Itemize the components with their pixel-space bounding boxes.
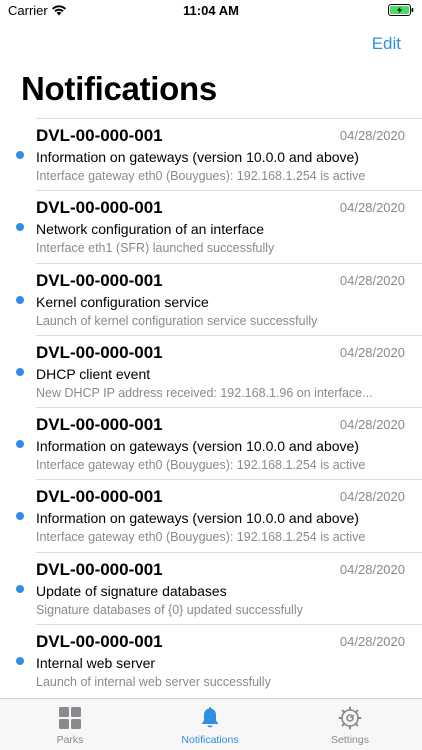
notification-title: Information on gateways (version 10.0.0 … xyxy=(36,149,359,165)
unread-dot-icon xyxy=(16,151,24,159)
tab-settings[interactable]: Settings xyxy=(280,699,420,750)
unread-dot-icon xyxy=(16,512,24,521)
unread-dot-icon xyxy=(16,223,24,232)
notification-title: Update of signature databases xyxy=(36,582,227,599)
notification-device-id: DVL-00-000-001 xyxy=(36,198,163,218)
notification-detail: Signature databases of {0} updated succe… xyxy=(36,602,303,617)
notification-title: Information on gateways (version 10.0.0 … xyxy=(36,510,359,527)
grid-icon xyxy=(59,707,81,729)
tab-settings-label: Settings xyxy=(331,734,369,746)
tab-bar: Parks Notifications Settings xyxy=(0,698,422,750)
tab-notifications-label: Notifications xyxy=(181,734,239,746)
notification-title: Network configuration of an interface xyxy=(36,221,265,238)
notification-detail: Launch of kernel configuration service s… xyxy=(36,313,318,328)
bell-icon xyxy=(201,707,219,728)
notification-row[interactable]: DVL-00-000-001 04/28/2020 Network configur… xyxy=(0,190,422,262)
notification-detail: New DHCP IP address received: 192.168.1.… xyxy=(36,385,373,400)
notification-device-id: DVL-00-000-001 xyxy=(36,632,163,652)
notification-device-id: DVL-00-000-001 xyxy=(36,415,163,435)
notification-date: 04/28/2020 xyxy=(339,489,405,505)
tab-parks-label: Parks xyxy=(56,734,84,746)
notification-title: Information on gateways (version 10.0.0 … xyxy=(36,438,359,455)
status-time: 11:04 AM xyxy=(183,3,239,18)
notification-date: 04/28/2020 xyxy=(339,417,405,433)
notification-row[interactable]: DVL-00-000-001 04/28/2020 DHCP client even… xyxy=(0,334,422,407)
notification-title: DHCP client event xyxy=(36,365,151,382)
notification-device-id: DVL-00-000-001 xyxy=(36,487,163,507)
notification-detail: Launch of internal web server successful… xyxy=(36,675,271,690)
status-bar: Carrier 11:04 AM xyxy=(0,0,422,22)
notification-row[interactable]: DVL-00-000-001 04/28/2020 Kernel configura… xyxy=(0,262,422,335)
edit-button[interactable]: Edit xyxy=(372,34,401,54)
notification-row[interactable]: DVL-00-000-001 04/28/2020 Information on g… xyxy=(0,479,422,551)
tab-notifications[interactable]: Notifications xyxy=(140,699,280,750)
notification-detail: Interface gateway eth0 (Bouygues): 192.1… xyxy=(36,458,366,473)
notification-detail: Interface eth1 (SFR) launched successful… xyxy=(36,241,275,256)
tab-parks[interactable]: Parks xyxy=(0,699,140,750)
notification-row[interactable]: DVL-00-000-001 04/28/2020 Internal web ser… xyxy=(0,624,422,696)
unread-dot-icon xyxy=(16,657,24,666)
unread-dot-icon xyxy=(16,295,24,304)
gear-icon xyxy=(338,706,362,730)
notification-row[interactable]: DVL-00-000-001 04/28/2020 Information on g… xyxy=(0,118,422,190)
battery-charging-icon xyxy=(388,4,414,16)
notification-date: 04/28/2020 xyxy=(339,200,405,216)
unread-dot-icon xyxy=(16,367,24,376)
notification-row[interactable]: DVL-00-000-001 04/28/2020 Information on g… xyxy=(0,407,422,479)
notification-detail: Interface gateway eth0 (Bouygues): 192.1… xyxy=(36,169,366,183)
unread-dot-icon xyxy=(16,440,24,449)
notification-device-id: DVL-00-000-001 xyxy=(36,342,163,362)
notification-date: 04/28/2020 xyxy=(339,344,405,360)
notification-device-id: DVL-00-000-001 xyxy=(36,559,163,579)
unread-dot-icon xyxy=(16,584,24,593)
notification-date: 04/28/2020 xyxy=(339,634,405,650)
notification-date: 04/28/2020 xyxy=(339,561,405,577)
notification-title: Internal web server xyxy=(36,655,156,672)
page-title: Notifications xyxy=(21,70,217,107)
notification-title: Kernel configuration service xyxy=(36,293,209,310)
notification-row[interactable]: DVL-00-000-001 04/28/2020 Update of signat… xyxy=(0,551,422,624)
notification-device-id: DVL-00-000-001 xyxy=(36,126,163,145)
notification-list: DVL-00-000-001 04/28/2020 Information on g… xyxy=(0,118,422,696)
notification-date: 04/28/2020 xyxy=(339,128,405,143)
notification-device-id: DVL-00-000-001 xyxy=(36,270,163,290)
notification-detail: Interface gateway eth0 (Bouygues): 192.1… xyxy=(36,530,366,545)
notification-date: 04/28/2020 xyxy=(339,272,405,288)
